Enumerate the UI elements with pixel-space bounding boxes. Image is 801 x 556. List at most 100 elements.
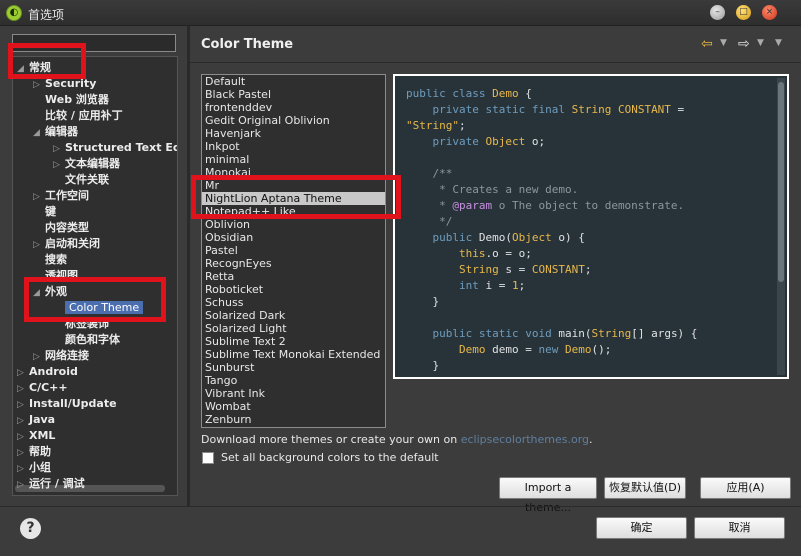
- tree-item[interactable]: ▷ Android: [17, 364, 78, 380]
- tree-item[interactable]: ▷ 帮助: [17, 444, 51, 460]
- forward-arrow-icon[interactable]: ⇨: [738, 36, 750, 52]
- tree-item[interactable]: Web 浏览器: [33, 92, 109, 108]
- maximize-button[interactable]: □: [736, 5, 751, 20]
- expand-triangle-icon[interactable]: ▷: [17, 461, 29, 477]
- code-line: }: [406, 294, 439, 310]
- tree-item[interactable]: ◢ 编辑器: [33, 124, 78, 140]
- code-token: public: [406, 231, 479, 244]
- code-token: this: [406, 247, 486, 260]
- theme-list-item[interactable]: Roboticket: [202, 283, 385, 296]
- tree-item[interactable]: 键: [33, 204, 56, 220]
- tree-item[interactable]: ▷ 网络连接: [33, 348, 89, 364]
- back-menu-chevron-icon[interactable]: ▼: [720, 38, 727, 48]
- theme-list[interactable]: Default Black Pastel frontenddev Gedit Orig…: [201, 74, 386, 428]
- theme-list-item[interactable]: frontenddev: [202, 101, 385, 114]
- theme-list-item[interactable]: Inkpot: [202, 140, 385, 153]
- expand-triangle-icon[interactable]: ▷: [17, 413, 29, 429]
- code-token: i =: [478, 279, 512, 292]
- code-token: s =: [498, 263, 532, 276]
- forward-menu-chevron-icon[interactable]: ▼: [757, 38, 764, 48]
- tree-item[interactable]: ▷ C/C++: [17, 380, 68, 396]
- eclipse-icon: ◐: [6, 5, 22, 21]
- theme-list-item[interactable]: Tango: [202, 374, 385, 387]
- expand-triangle-icon[interactable]: ▷: [33, 189, 45, 205]
- download-link[interactable]: eclipsecolorthemes.org: [461, 433, 589, 446]
- theme-list-item[interactable]: Vibrant Ink: [202, 387, 385, 400]
- expand-triangle-icon[interactable]: ▷: [17, 397, 29, 413]
- title-bar: ◐ 首选项 – □ ×: [0, 0, 801, 26]
- theme-list-item[interactable]: Pastel: [202, 244, 385, 257]
- tree-item-label: 文件关联: [65, 173, 109, 186]
- theme-list-item[interactable]: Solarized Dark: [202, 309, 385, 322]
- tree-item[interactable]: ▷ Java: [17, 412, 55, 428]
- tree-item[interactable]: ▷ Install/Update: [17, 396, 117, 412]
- theme-list-item[interactable]: minimal: [202, 153, 385, 166]
- expand-triangle-icon[interactable]: ▷: [33, 349, 45, 365]
- code-token: =: [670, 103, 685, 116]
- theme-list-item[interactable]: Solarized Light: [202, 322, 385, 335]
- restore-defaults-button[interactable]: 恢复默认值(D): [604, 477, 686, 499]
- minimize-icon: –: [715, 7, 720, 17]
- code-token: String: [406, 263, 499, 276]
- code-token: {: [518, 87, 532, 100]
- tree-item[interactable]: 颜色和字体: [53, 332, 120, 348]
- apply-button[interactable]: 应用(A): [700, 477, 791, 499]
- expand-triangle-icon[interactable]: ▷: [17, 381, 29, 397]
- maximize-icon: □: [739, 7, 748, 17]
- theme-list-item[interactable]: Black Pastel: [202, 88, 385, 101]
- expand-triangle-icon[interactable]: ▷: [33, 237, 45, 253]
- theme-list-item[interactable]: Schuss: [202, 296, 385, 309]
- theme-list-item[interactable]: Retta: [202, 270, 385, 283]
- expand-triangle-icon[interactable]: ▷: [17, 429, 29, 445]
- back-arrow-icon[interactable]: ⇦: [701, 36, 713, 52]
- code-token: CONSTANT: [611, 103, 671, 116]
- cancel-button[interactable]: 取消: [694, 517, 785, 539]
- default-bg-checkbox[interactable]: [202, 452, 214, 464]
- code-token: int: [406, 279, 479, 292]
- scrollbar-thumb[interactable]: [778, 82, 784, 282]
- expand-triangle-icon[interactable]: ▷: [53, 157, 65, 173]
- expand-triangle-icon[interactable]: ▷: [17, 365, 29, 381]
- theme-list-item[interactable]: Obsidian: [202, 231, 385, 244]
- tree-item[interactable]: 搜索: [33, 252, 67, 268]
- theme-list-item[interactable]: Default: [202, 75, 385, 88]
- theme-list-item[interactable]: Sublime Text 2: [202, 335, 385, 348]
- collapse-triangle-icon[interactable]: ◢: [33, 125, 45, 141]
- tree-item[interactable]: ▷ XML: [17, 428, 55, 444]
- theme-list-item[interactable]: Wombat: [202, 400, 385, 413]
- expand-triangle-icon[interactable]: ▷: [17, 477, 29, 493]
- expand-triangle-icon[interactable]: ▷: [33, 77, 45, 93]
- code-token: ;: [518, 279, 526, 292]
- close-button[interactable]: ×: [762, 5, 777, 20]
- expand-triangle-icon[interactable]: ▷: [53, 141, 65, 157]
- tree-item[interactable]: ▷ 文本编辑器: [53, 156, 120, 172]
- ok-button[interactable]: 确定: [596, 517, 687, 539]
- code-token: o The object to demonstrate.: [492, 199, 685, 212]
- theme-list-item[interactable]: Havenjark: [202, 127, 385, 140]
- tree-item[interactable]: ▷ 工作空间: [33, 188, 89, 204]
- tree-item-label: Web 浏览器: [45, 93, 109, 106]
- tree-item[interactable]: 文件关联: [53, 172, 109, 188]
- theme-list-item[interactable]: Oblivion: [202, 218, 385, 231]
- tree-item[interactable]: ▷ 启动和关闭: [33, 236, 100, 252]
- theme-list-item[interactable]: Sublime Text Monokai Extended: [202, 348, 385, 361]
- code-line: /**: [406, 166, 452, 182]
- tree-item[interactable]: ▷Structured Text Editors: [53, 140, 177, 157]
- code-line: private static final String CONSTANT =: [406, 102, 684, 118]
- tree-item[interactable]: 比较 / 应用补丁: [33, 108, 123, 124]
- tree-item[interactable]: 内容类型: [33, 220, 89, 236]
- minimize-button[interactable]: –: [710, 5, 725, 20]
- theme-list-item[interactable]: Gedit Original Oblivion: [202, 114, 385, 127]
- code-token: Demo: [478, 231, 506, 244]
- tree-item[interactable]: ▷ 运行 / 调试: [17, 476, 85, 492]
- import-theme-button[interactable]: Import a theme...: [499, 477, 597, 514]
- tree-item[interactable]: ▷ 小组: [17, 460, 51, 476]
- theme-list-item[interactable]: Zenburn: [202, 413, 385, 426]
- theme-list-item[interactable]: Sunburst: [202, 361, 385, 374]
- expand-triangle-icon[interactable]: ▷: [17, 445, 29, 461]
- code-token: main: [558, 327, 585, 340]
- view-menu-icon[interactable]: ▼: [775, 38, 782, 48]
- help-icon[interactable]: ?: [20, 518, 41, 539]
- theme-list-item[interactable]: RecognEyes: [202, 257, 385, 270]
- code-token: @param: [452, 199, 493, 212]
